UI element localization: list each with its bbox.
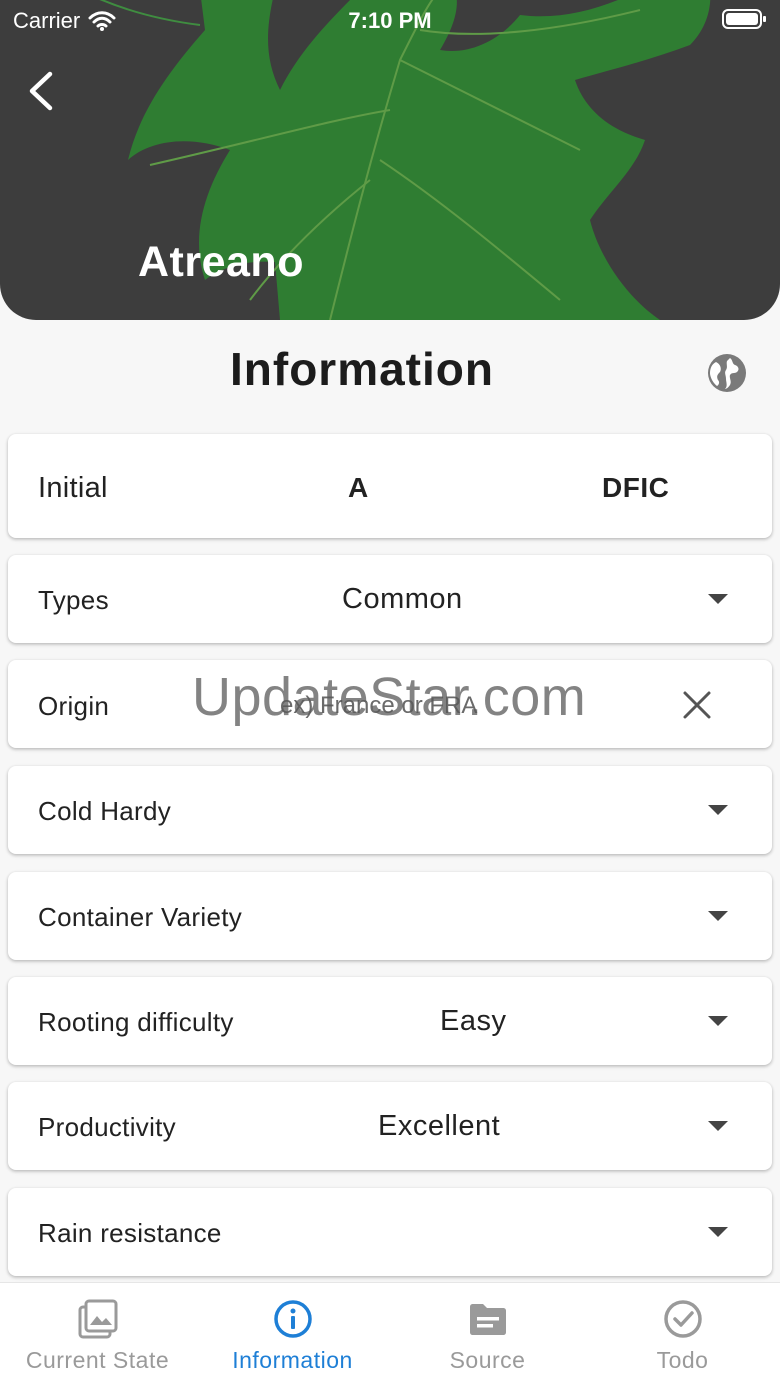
clear-origin-button[interactable] [680,688,714,722]
page-title: Information [230,343,494,395]
rain-resistance-field[interactable]: Rain resistance [8,1188,772,1276]
container-variety-label: Container Variety [38,902,243,932]
tab-label: Current State [25,1347,170,1373]
productivity-label: Productivity [38,1112,176,1142]
tab-label: Source [449,1347,526,1373]
productivity-field[interactable]: Productivity Excellent [8,1082,772,1170]
types-label: Types [38,585,109,615]
globe-icon [708,354,746,392]
tab-source[interactable]: Source [390,1283,585,1387]
tab-information[interactable]: Information [195,1283,390,1387]
tab-current-state[interactable]: Current State [0,1283,195,1387]
fig-detail-screen: Carrier 7:10 PM Atreano Information Init… [0,0,780,1387]
info-icon [273,1300,312,1338]
back-button[interactable] [22,66,62,116]
types-value: Common [342,583,463,615]
tab-label: Information [232,1347,353,1373]
origin-field: Origin [8,660,772,748]
origin-label: Origin [38,691,110,721]
chevron-left-icon [29,71,53,111]
cold-hardy-field[interactable]: Cold Hardy [8,766,772,854]
productivity-value: Excellent [378,1110,501,1142]
initial-letter: A [348,472,369,503]
check-circle-icon [663,1300,702,1338]
chevron-down-icon[interactable] [708,1227,728,1237]
image-icon [78,1299,117,1339]
rooting-difficulty-field[interactable]: Rooting difficulty Easy [8,977,772,1065]
fig-leaf-image [99,0,711,320]
battery-icon [722,8,768,36]
globe-button[interactable] [706,352,748,394]
container-variety-field[interactable]: Container Variety [8,872,772,960]
close-icon [683,691,711,719]
initial-code: DFIC [602,472,670,503]
variety-name: Atreano [138,238,304,286]
chevron-down-icon[interactable] [708,805,728,815]
clock-time: 7:10 PM [348,8,432,33]
initial-card: Initial A DFIC [8,434,772,538]
rooting-difficulty-value: Easy [440,1005,507,1037]
chevron-down-icon[interactable] [708,1121,728,1131]
status-bar: Carrier 7:10 PM [0,0,780,40]
chevron-down-icon[interactable] [708,1016,728,1026]
tab-todo[interactable]: Todo [585,1283,780,1387]
rain-resistance-label: Rain resistance [38,1218,222,1248]
types-field[interactable]: Types Common [8,555,772,643]
bottom-tab-bar: Current State Information Source Todo [0,1282,780,1387]
rooting-difficulty-label: Rooting difficulty [38,1007,234,1037]
cold-hardy-label: Cold Hardy [38,796,172,826]
chevron-down-icon[interactable] [708,911,728,921]
origin-input[interactable] [278,682,672,730]
tab-label: Todo [656,1347,709,1373]
folder-icon [469,1304,506,1335]
initial-label: Initial [38,472,108,504]
chevron-down-icon[interactable] [708,594,728,604]
header-banner: Carrier 7:10 PM Atreano [0,0,780,320]
